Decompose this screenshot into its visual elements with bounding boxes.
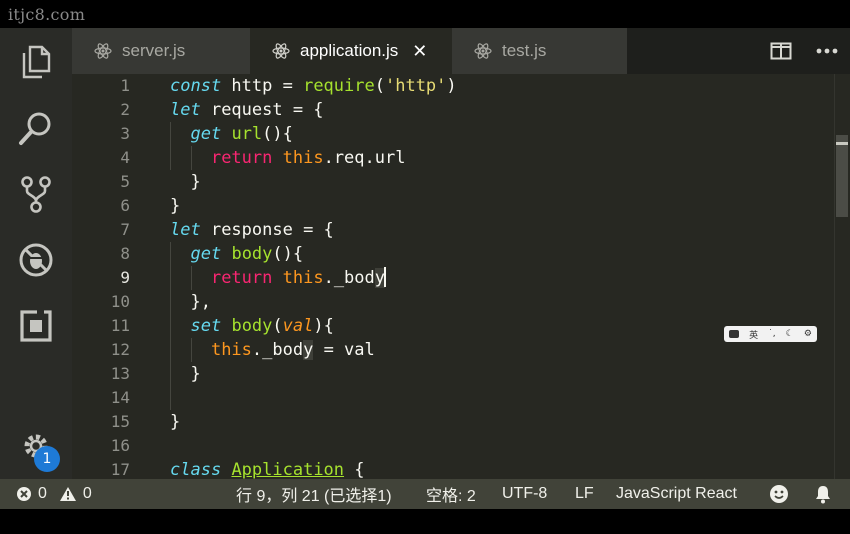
settings-update-badge: 1 <box>34 446 60 472</box>
code-line: 13 } <box>110 364 201 384</box>
tab-test-js[interactable]: test.js <box>452 28 627 74</box>
tab-label: application.js <box>300 41 399 60</box>
more-actions-icon[interactable] <box>804 48 850 54</box>
ime-moon-icon[interactable]: ☾ <box>786 329 794 339</box>
encoding-setting[interactable]: UTF-8 <box>502 479 547 509</box>
warning-icon <box>59 487 76 501</box>
code-line: 2 let request = { <box>120 100 324 120</box>
explorer-icon[interactable] <box>0 34 72 90</box>
tab-label: server.js <box>122 41 186 60</box>
feedback-smiley-icon[interactable] <box>769 479 789 509</box>
react-icon <box>94 43 112 59</box>
editor-tab-bar: server.js application.js ✕ test.js <box>72 28 850 74</box>
tab-label: test.js <box>502 41 547 60</box>
code-line: 3 get url(){ <box>120 124 293 144</box>
code-line: 6} <box>120 196 181 216</box>
editor-actions <box>758 28 850 74</box>
code-line: 7 let response = { <box>120 220 334 240</box>
source-control-icon[interactable] <box>0 166 72 222</box>
code-line: 17 class Application { <box>110 460 365 479</box>
code-line: 1 const http = require('http') <box>120 76 457 96</box>
split-editor-icon[interactable] <box>758 42 804 60</box>
code-line: 5 } <box>120 172 201 192</box>
code-editor[interactable]: 1 const http = require('http') 2 let reque… <box>72 74 850 479</box>
tab-server-js[interactable]: server.js <box>72 28 250 74</box>
warning-count: 0 <box>82 485 92 502</box>
error-count: 0 <box>38 485 47 502</box>
tab-close-icon[interactable]: ✕ <box>412 41 427 62</box>
code-line-current: 9 return this._body <box>120 267 387 288</box>
ime-punctuation-icon[interactable]: ˙, <box>768 329 775 339</box>
code-line: 8 get body(){ <box>120 244 304 264</box>
code-line: 4 return this.req.url <box>120 148 406 168</box>
extensions-icon[interactable] <box>0 298 72 354</box>
ime-settings-icon[interactable]: ⚙ <box>804 329 812 339</box>
activity-bar: 1 <box>0 28 72 479</box>
notifications-bell-icon[interactable] <box>814 479 832 509</box>
indentation-setting[interactable]: 空格: 2 <box>426 479 476 509</box>
search-icon[interactable] <box>0 100 72 156</box>
ime-toolbar[interactable]: 英 ˙, ☾ ⚙ <box>724 326 817 342</box>
scrollbar-thumb[interactable] <box>836 135 848 217</box>
text-cursor <box>384 267 387 287</box>
line-ending-setting[interactable]: LF <box>575 479 594 509</box>
ime-logo-icon <box>729 330 740 338</box>
error-icon <box>17 487 31 501</box>
code-line: 10 }, <box>110 292 211 312</box>
tab-application-js[interactable]: application.js ✕ <box>250 28 452 74</box>
ime-language-label[interactable]: 英 <box>749 328 758 341</box>
top-strip: itjc8.com <box>0 0 850 28</box>
bottom-strip <box>0 509 850 534</box>
react-icon <box>474 43 492 59</box>
debug-icon[interactable] <box>0 232 72 288</box>
language-mode[interactable]: JavaScript React <box>616 479 737 509</box>
status-bar: 0 0 行 9，列 21 (已选择1) 空格: 2 UTF-8 LF JavaS… <box>0 479 850 509</box>
cursor-position[interactable]: 行 9，列 21 (已选择1) <box>236 479 392 509</box>
problems-indicator[interactable]: 0 0 <box>16 479 92 509</box>
react-icon <box>272 43 290 59</box>
watermark-text: itjc8.com <box>8 5 86 24</box>
code-line: 16 <box>110 436 130 455</box>
code-line: 15} <box>110 412 181 432</box>
code-line: 14 <box>110 388 130 407</box>
scrollbar-cursor-marker <box>836 142 848 145</box>
